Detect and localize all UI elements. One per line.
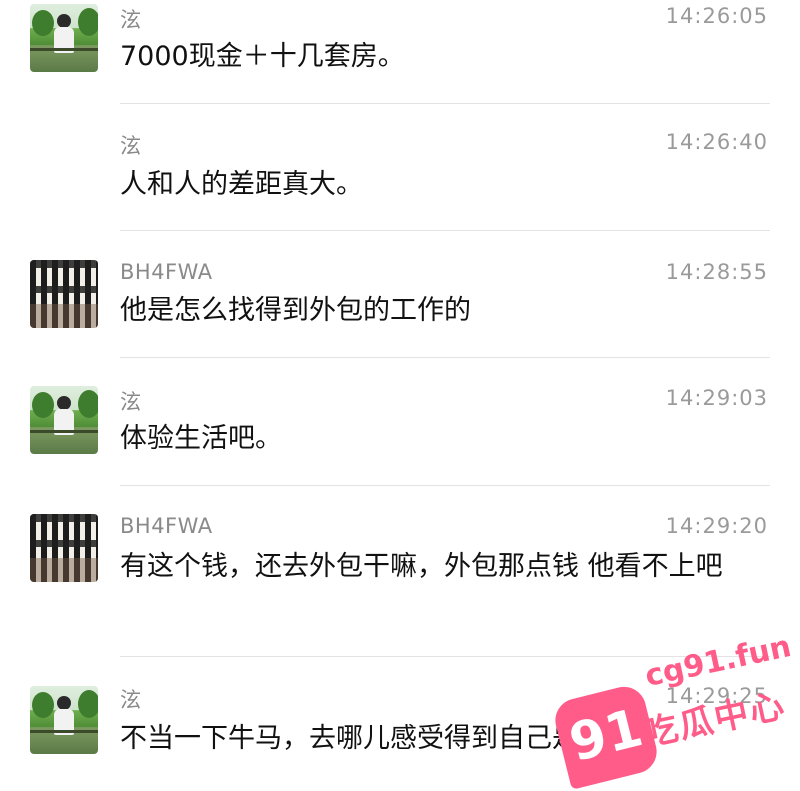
stripe-tint bbox=[30, 304, 98, 328]
message-text: 不当一下牛马，去哪儿感受得到自己是富哥、 bbox=[120, 723, 660, 754]
figure-head bbox=[57, 696, 71, 710]
stripe-tint bbox=[30, 558, 98, 582]
tree-shape bbox=[78, 390, 98, 418]
sender-name: BH4FWA bbox=[120, 514, 213, 538]
message-time: 14:28:55 bbox=[665, 260, 768, 284]
message-time: 14:29:20 bbox=[665, 514, 768, 538]
stripe-band bbox=[30, 540, 98, 547]
stripe-band bbox=[30, 514, 98, 522]
message-text: 有这个钱，还去外包干嘛，外包那点钱 他看不上吧 bbox=[120, 551, 723, 582]
figure-head bbox=[57, 14, 71, 28]
sender-name: 泫 bbox=[120, 134, 142, 158]
message-time: 14:29:03 bbox=[665, 386, 768, 410]
fence-shape bbox=[30, 48, 98, 51]
avatar[interactable] bbox=[30, 4, 98, 72]
stripe-band bbox=[30, 286, 98, 293]
divider bbox=[120, 230, 770, 231]
tree-shape bbox=[32, 392, 54, 418]
divider bbox=[120, 656, 770, 657]
message-time: 14:26:05 bbox=[665, 4, 768, 28]
message-time: 14:29:25 bbox=[665, 684, 768, 708]
avatar[interactable] bbox=[30, 686, 98, 754]
sender-name: BH4FWA bbox=[120, 260, 213, 284]
fence-shape bbox=[30, 430, 98, 433]
sender-name: 泫 bbox=[120, 688, 142, 712]
message-text: 他是怎么找得到外包的工作的 bbox=[120, 295, 471, 326]
tree-shape bbox=[78, 690, 98, 718]
message-text: 7000现金＋十几套房。 bbox=[120, 41, 405, 72]
divider bbox=[120, 103, 770, 104]
sender-name: 泫 bbox=[120, 8, 142, 32]
avatar[interactable] bbox=[30, 386, 98, 454]
divider bbox=[120, 357, 770, 358]
message-text: 体验生活吧。 bbox=[120, 423, 282, 454]
tree-shape bbox=[32, 10, 54, 36]
figure-head bbox=[57, 396, 71, 410]
message-text: 人和人的差距真大。 bbox=[120, 169, 363, 200]
message-time: 14:26:40 bbox=[665, 130, 768, 154]
tree-shape bbox=[78, 8, 98, 36]
stripe-band bbox=[30, 260, 98, 268]
tree-shape bbox=[32, 692, 54, 718]
sender-name: 泫 bbox=[120, 390, 142, 414]
avatar[interactable] bbox=[30, 514, 98, 582]
divider bbox=[120, 485, 770, 486]
avatar[interactable] bbox=[30, 260, 98, 328]
fence-shape bbox=[30, 730, 98, 733]
